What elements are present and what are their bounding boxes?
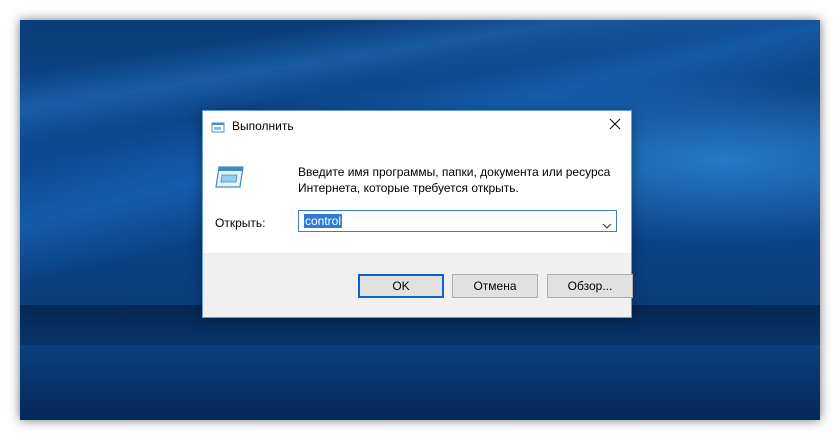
screenshot-frame: Выполнить Введите имя программы, папки, … bbox=[20, 20, 820, 420]
wallpaper-floor bbox=[20, 345, 820, 420]
close-button[interactable] bbox=[599, 111, 631, 141]
browse-button[interactable]: Обзор... bbox=[547, 274, 633, 298]
dialog-body: Введите имя программы, папки, документа … bbox=[203, 141, 631, 253]
open-label: Открыть: bbox=[215, 216, 266, 230]
run-dialog: Выполнить Введите имя программы, папки, … bbox=[202, 110, 633, 318]
button-bar: OK Отмена Обзор... bbox=[203, 253, 633, 317]
title-bar[interactable]: Выполнить bbox=[203, 111, 631, 141]
run-icon bbox=[215, 164, 245, 190]
open-combobox[interactable]: control bbox=[298, 210, 617, 232]
dialog-title: Выполнить bbox=[232, 119, 294, 133]
close-icon bbox=[609, 117, 621, 135]
chevron-down-icon[interactable] bbox=[602, 217, 612, 229]
open-input-value[interactable]: control bbox=[304, 214, 343, 228]
cancel-button[interactable]: Отмена bbox=[452, 274, 538, 298]
run-icon bbox=[211, 120, 225, 133]
instruction-text: Введите имя программы, папки, документа … bbox=[298, 165, 611, 195]
ok-button[interactable]: OK bbox=[358, 274, 444, 298]
